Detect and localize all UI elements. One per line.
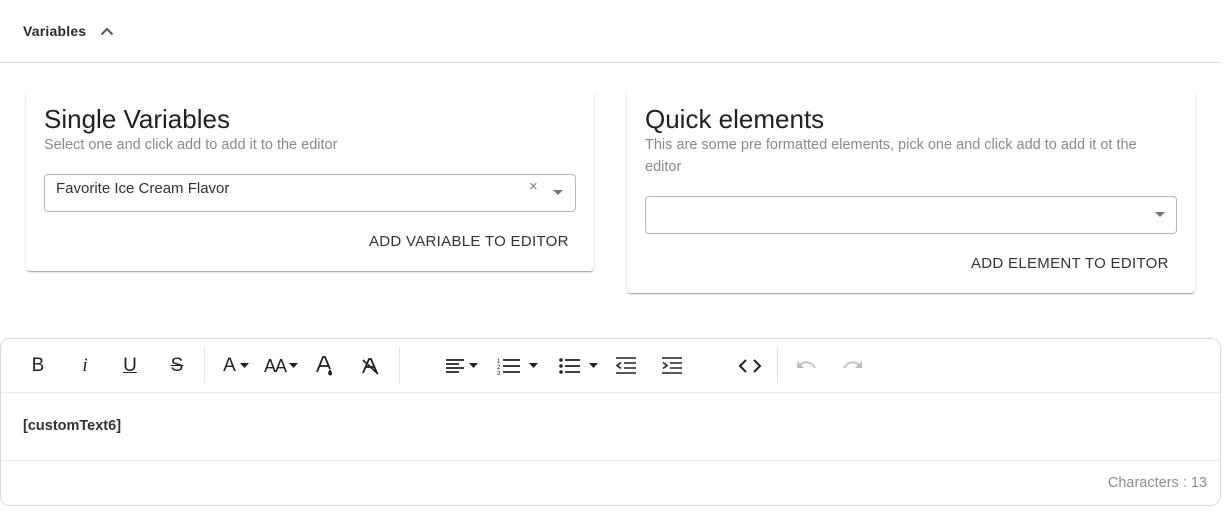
editor-toolbar: B i U S A AA 1 2 3	[1, 339, 1220, 393]
indent-icon[interactable]	[660, 353, 684, 379]
outdent-icon[interactable]	[614, 353, 638, 379]
align-icon[interactable]	[443, 353, 479, 379]
quick-elements-card: Quick elements This are some pre formatt…	[627, 90, 1195, 293]
font-size-glyph: AA	[263, 355, 287, 376]
single-variables-title: Single Variables	[44, 104, 230, 134]
variable-select-value: Favorite Ice Cream Flavor	[56, 180, 230, 197]
quick-elements-title: Quick elements	[645, 104, 825, 134]
highlight-icon[interactable]	[314, 353, 336, 379]
redo-icon[interactable]	[841, 353, 865, 379]
add-variable-button[interactable]: ADD VARIABLE TO EDITOR	[361, 229, 577, 254]
toolbar-divider	[777, 347, 778, 383]
font-color-glyph: A	[223, 355, 236, 376]
bold-glyph: B	[31, 355, 45, 376]
bold-icon[interactable]: B	[27, 353, 49, 379]
italic-glyph: i	[82, 355, 88, 376]
undo-icon[interactable]	[794, 353, 818, 379]
strike-glyph: S	[170, 355, 184, 376]
section-title: Variables	[23, 23, 87, 39]
dropdown-caret-icon[interactable]	[1155, 212, 1165, 217]
chevron-up-icon[interactable]	[100, 23, 116, 39]
element-select[interactable]	[645, 196, 1177, 234]
single-variables-card: Single Variables Select one and click ad…	[26, 90, 594, 271]
strikethrough-icon[interactable]: S	[166, 353, 188, 379]
svg-text:3: 3	[497, 371, 501, 375]
clear-format-icon[interactable]	[359, 353, 381, 379]
quick-elements-subtitle-line2: editor	[645, 159, 682, 175]
quick-elements-subtitle-line1: This are some pre formatted elements, pi…	[645, 137, 1137, 153]
add-element-button[interactable]: ADD ELEMENT TO EDITOR	[963, 251, 1177, 276]
variables-section-header[interactable]: Variables	[0, 0, 1221, 63]
clear-icon[interactable]: ×	[529, 178, 538, 195]
editor-footer-divider	[1, 460, 1220, 461]
underline-glyph: U	[123, 355, 137, 376]
bullet-list-icon[interactable]	[555, 353, 601, 379]
toolbar-divider	[399, 347, 400, 383]
underline-icon[interactable]: U	[119, 353, 141, 379]
italic-icon[interactable]: i	[74, 353, 96, 379]
character-count: Characters : 13	[1107, 475, 1207, 491]
editor-content[interactable]: [customText6]	[23, 418, 121, 434]
font-color-icon[interactable]: A	[219, 353, 253, 379]
toolbar-divider	[204, 347, 205, 383]
numbered-list-icon[interactable]: 1 2 3	[493, 353, 541, 379]
code-icon[interactable]	[737, 353, 763, 379]
rich-text-editor: B i U S A AA 1 2 3 [customText6] Charact…	[0, 338, 1221, 506]
variable-select[interactable]: Favorite Ice Cream Flavor ×	[44, 174, 576, 212]
single-variables-subtitle: Select one and click add to add it to th…	[44, 137, 338, 153]
dropdown-caret-icon[interactable]	[553, 190, 563, 195]
font-size-icon[interactable]: AA	[262, 353, 300, 379]
